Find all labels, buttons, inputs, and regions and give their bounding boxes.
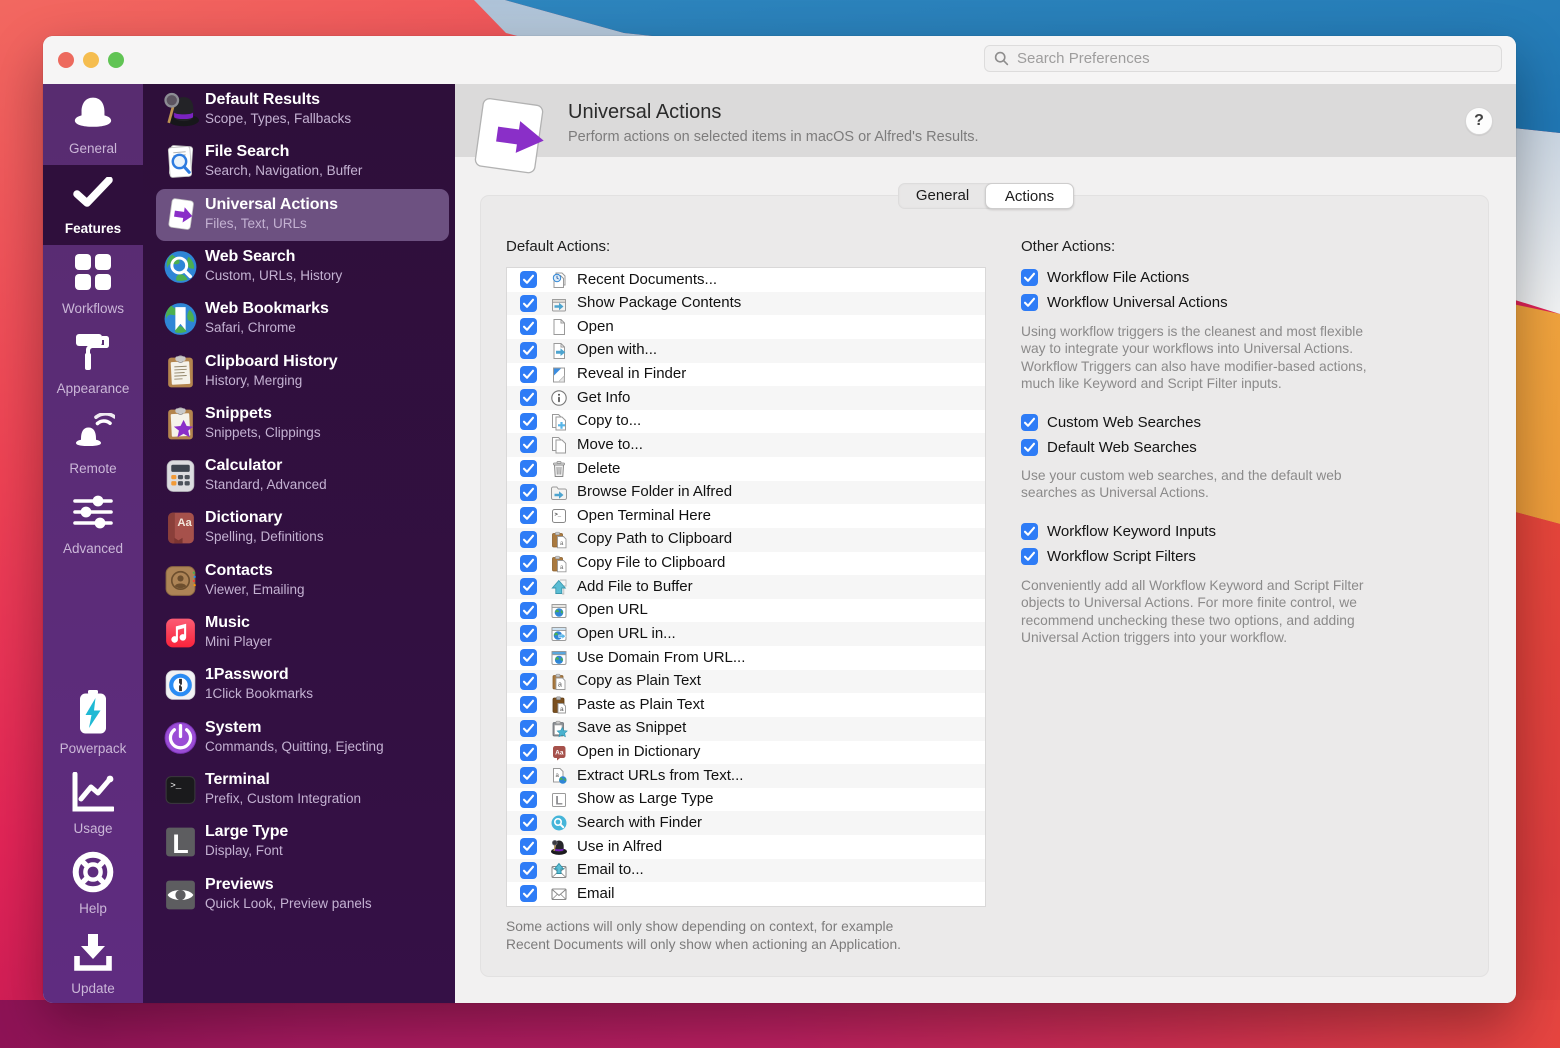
svg-text:L: L [172,829,188,859]
svg-text:>_: >_ [555,511,562,518]
svg-text:Aa: Aa [555,749,564,756]
svg-text:>_: >_ [170,780,182,791]
svg-text:L: L [555,793,562,807]
svg-text:a: a [558,681,562,688]
svg-text:Aa: Aa [177,517,192,529]
svg-text:a: a [560,706,564,713]
